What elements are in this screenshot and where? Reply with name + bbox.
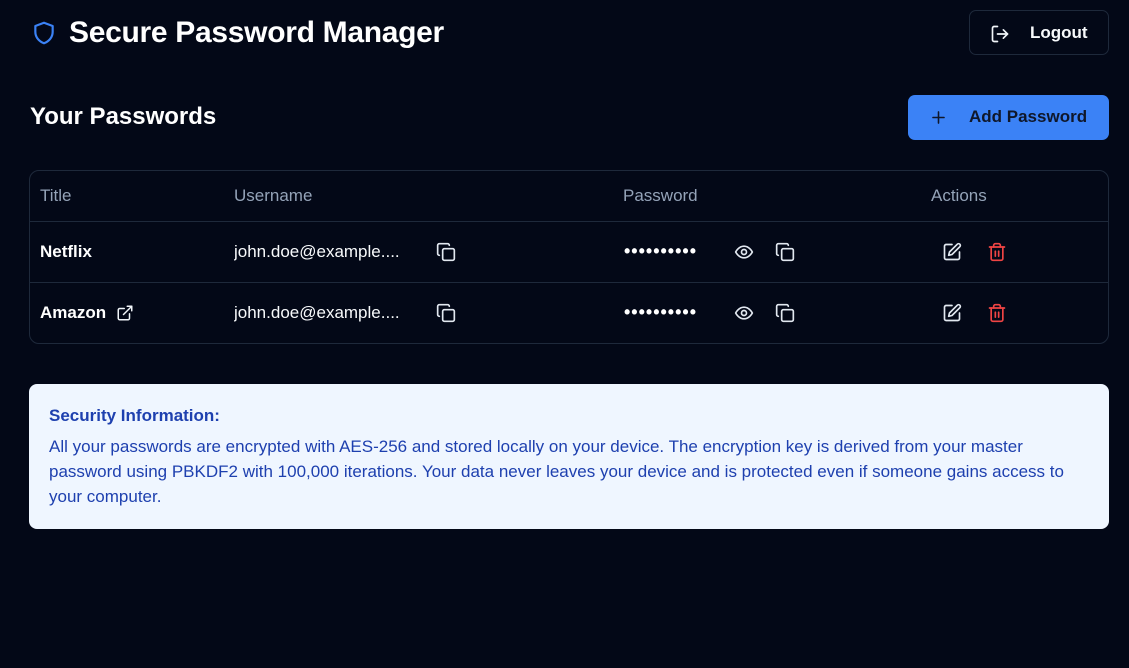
external-link-icon[interactable] [116,304,134,322]
logout-icon [990,24,1010,44]
copy-password-icon[interactable] [775,242,795,262]
logout-label: Logout [1030,23,1088,42]
add-password-label: Add Password [969,107,1088,126]
entry-title: Amazon [40,303,107,322]
trash-icon[interactable] [987,303,1007,323]
app-title: Secure Password Manager [69,16,444,49]
section-title: Your Passwords [30,103,217,130]
plus-icon [929,108,948,127]
column-header-title: Title [40,186,72,205]
eye-icon[interactable] [734,242,754,262]
entry-password-masked: •••••••••• [624,302,698,322]
app-header: Secure Password Manager Logout [0,0,1129,66]
table-row: Amazon john.doe@example.... •••••••••• [30,283,1108,343]
shield-icon [31,17,57,49]
entry-password-masked: •••••••••• [624,241,698,261]
passwords-table: Title Username Password Actions Netflix … [29,170,1109,344]
table-row: Netflix john.doe@example.... •••••••••• [30,222,1108,283]
eye-icon[interactable] [734,303,754,323]
edit-icon[interactable] [942,242,962,262]
logout-button[interactable]: Logout [969,10,1109,55]
column-header-password: Password [623,186,698,205]
entry-username: john.doe@example.... [234,242,400,261]
edit-icon[interactable] [942,303,962,323]
entry-title: Netflix [40,242,92,261]
trash-icon[interactable] [987,242,1007,262]
brand: Secure Password Manager [31,16,444,50]
security-info-box: Security Information: All your passwords… [29,384,1109,529]
copy-username-icon[interactable] [436,303,456,323]
entry-title-cell: Amazon [40,303,134,323]
table-header: Title Username Password Actions [30,171,1108,222]
add-password-button[interactable]: Add Password [908,95,1109,140]
security-info-text: All your passwords are encrypted with AE… [49,437,1064,506]
copy-username-icon[interactable] [436,242,456,262]
copy-password-icon[interactable] [775,303,795,323]
entry-username: john.doe@example.... [234,303,400,322]
column-header-username: Username [234,186,313,205]
entry-title-cell: Netflix [40,242,92,262]
security-info-title: Security Information: [49,406,220,425]
column-header-actions: Actions [931,186,987,205]
